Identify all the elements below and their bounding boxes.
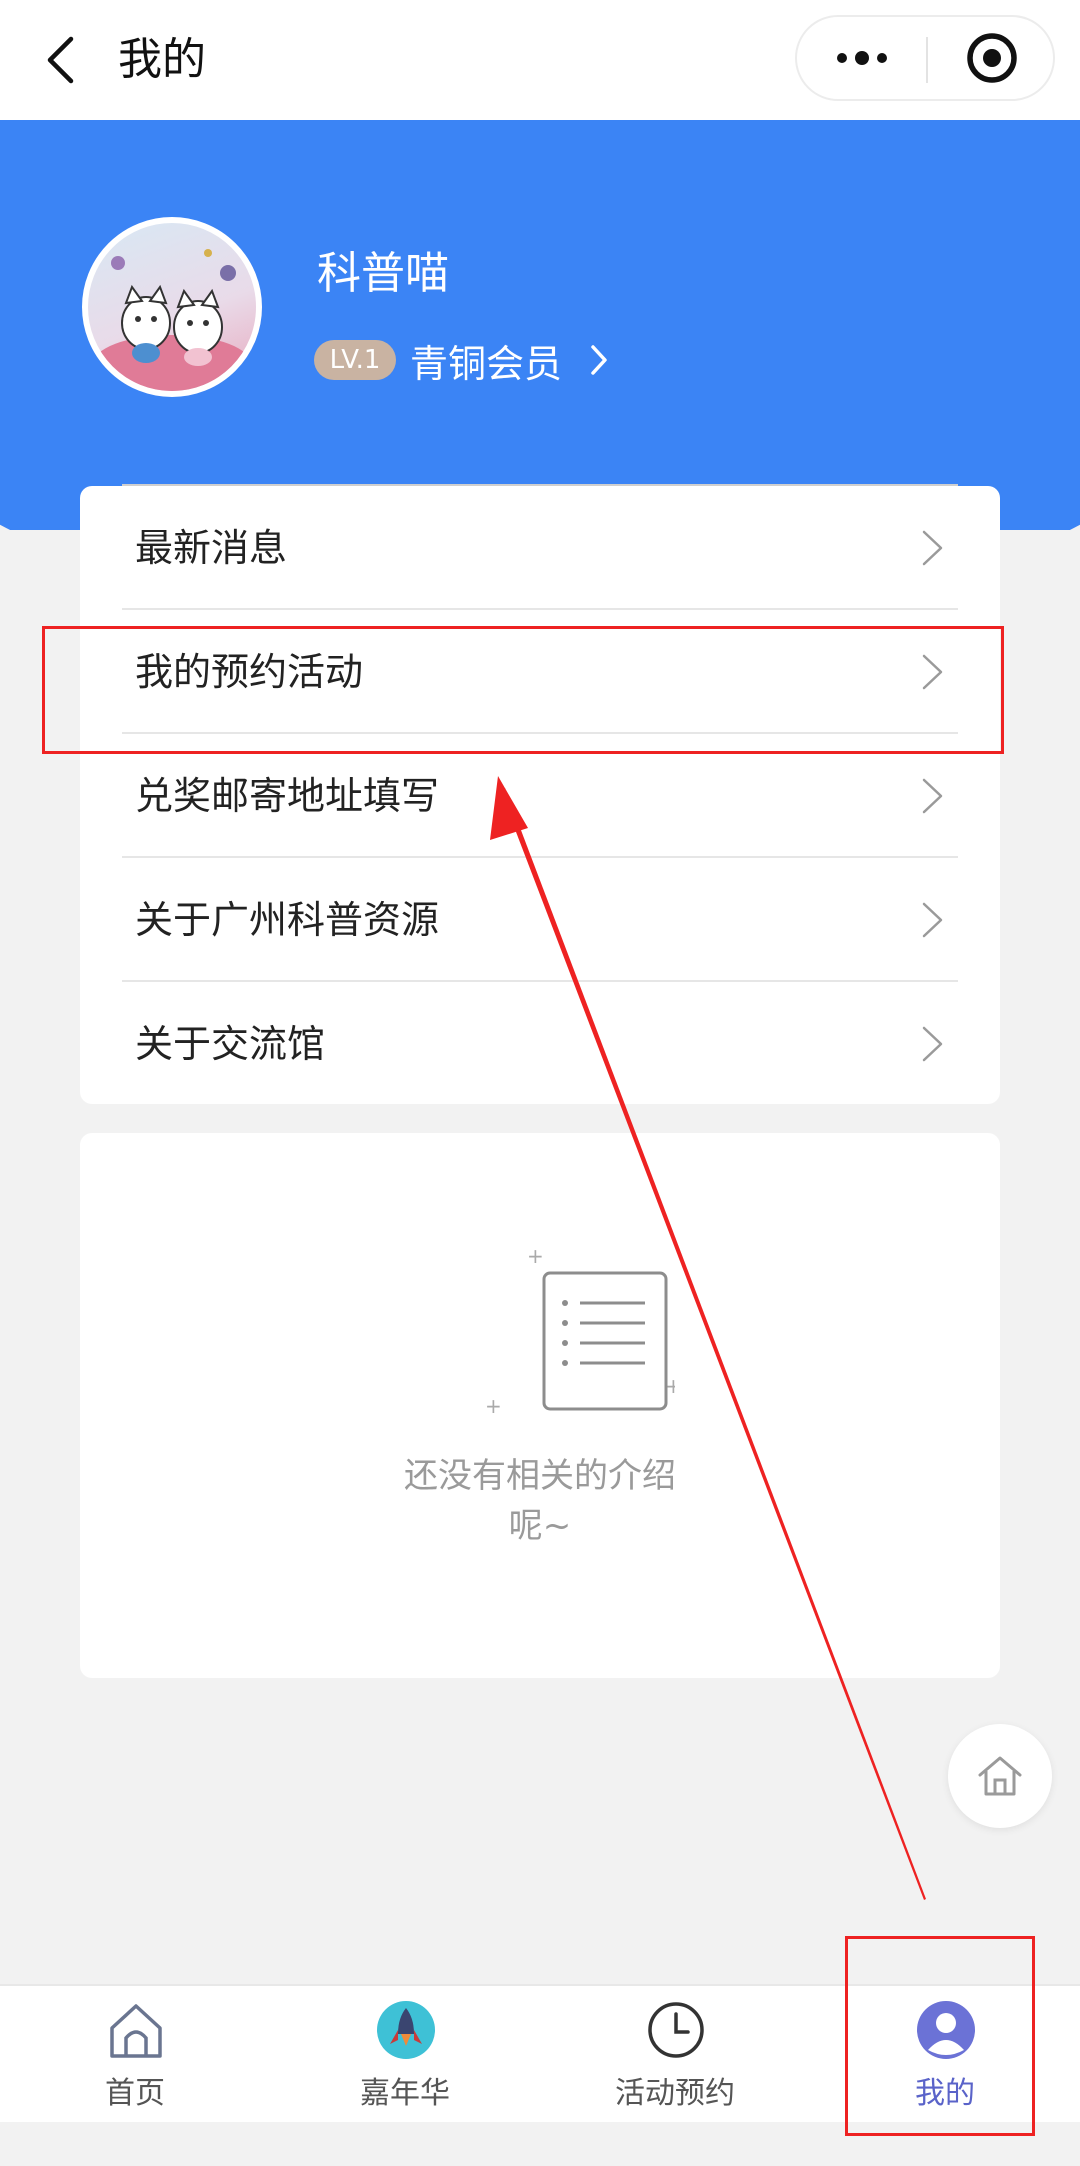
annotation-arrow <box>490 776 926 1900</box>
